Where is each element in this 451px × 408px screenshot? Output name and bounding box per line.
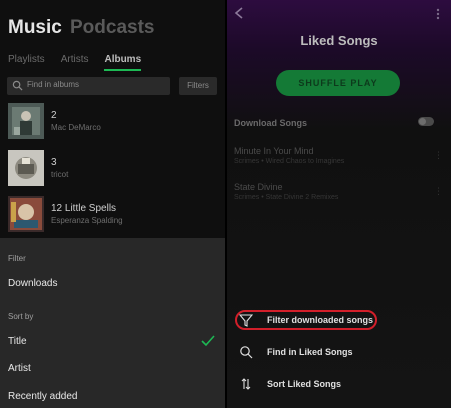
shuffle-play-button[interactable]: SHUFFLE PLAY [276,70,400,96]
menu-item-label: Find in Liked Songs [267,347,353,357]
filter-icon [239,314,253,327]
toggle-knob [419,118,426,125]
menu-item-label: Filter downloaded songs [267,315,374,325]
album-title: 3 [51,157,57,168]
check-icon [201,335,215,347]
album-row[interactable]: 12 Little Spells Esperanza Spalding [8,196,218,234]
song-row[interactable]: State Divine Scrimes • State Divine 2 Re… [234,182,338,201]
song-subtitle: Scrimes • Wired Chaos to Imagines [234,158,345,165]
filter-sort-sheet: Filter Downloads Sort by Title Artist Re… [0,238,225,408]
song-title: State Divine [234,182,283,192]
song-title: Minute In Your Mind [234,146,314,156]
sort-icon [241,378,251,390]
subtab-artists[interactable]: Artists [61,54,89,71]
album-title: 2 [51,110,57,121]
search-icon [240,346,253,359]
filters-button[interactable]: Filters [179,77,217,95]
liked-songs-panel: Liked Songs SHUFFLE PLAY Download Songs … [227,0,451,408]
sort-option-recently-added[interactable]: Recently added [8,391,78,402]
menu-sort-liked[interactable]: Sort Liked Songs [235,373,443,397]
back-icon[interactable] [233,6,245,20]
menu-filter-downloaded[interactable]: Filter downloaded songs [235,309,443,333]
page-title: Liked Songs [300,33,378,48]
song-more-icon[interactable]: ⋮ [434,186,443,197]
download-songs-label: Download Songs [234,118,307,128]
album-cover [8,150,44,186]
menu-find-liked[interactable]: Find in Liked Songs [235,341,443,365]
album-title: 12 Little Spells [51,203,117,214]
subtab-playlists[interactable]: Playlists [8,54,45,71]
album-row[interactable]: 3 tricot [8,150,218,188]
album-cover [8,196,44,232]
album-artist: Mac DeMarco [51,123,101,132]
library-subtabs: Playlists Artists Albums [8,54,157,71]
albums-search-input[interactable]: Find in albums [7,77,170,95]
song-more-icon[interactable]: ⋮ [434,150,443,161]
more-options-icon[interactable] [436,8,440,20]
album-cover [8,103,44,139]
filter-label: Filter [8,254,26,263]
download-toggle[interactable] [418,117,434,126]
album-artist: tricot [51,170,69,179]
song-row[interactable]: Minute In Your Mind Scrimes • Wired Chao… [234,146,344,165]
filter-option-downloads[interactable]: Downloads [8,278,57,289]
subtab-albums[interactable]: Albums [104,54,142,71]
search-placeholder: Find in albums [27,80,80,89]
sort-option-artist[interactable]: Artist [8,363,31,374]
music-tab[interactable]: Music [8,17,62,39]
podcasts-tab[interactable]: Podcasts [70,17,154,39]
search-icon [12,80,23,91]
menu-item-label: Sort Liked Songs [267,379,342,389]
album-row[interactable]: 2 Mac DeMarco [8,103,218,141]
song-subtitle: Scrimes • State Divine 2 Remixes [234,194,339,201]
library-panel: Music Podcasts Playlists Artists Albums … [0,0,225,408]
album-artist: Esperanza Spalding [51,216,123,225]
sortby-label: Sort by [8,312,34,321]
sort-option-title[interactable]: Title [8,336,27,347]
